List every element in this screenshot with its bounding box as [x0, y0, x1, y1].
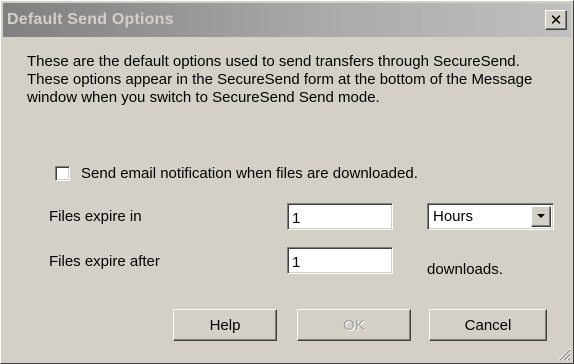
notify-label: Send email notification when files are d… [81, 165, 418, 182]
ok-button: OK [297, 309, 411, 341]
expire-after-input[interactable] [287, 247, 393, 274]
help-button[interactable]: Help [173, 309, 277, 341]
window-title: Default Send Options [7, 11, 174, 28]
dialog-window: Default Send Options ✕ These are the def… [0, 0, 574, 364]
description-text: These are the default options used to se… [27, 53, 533, 106]
downloads-suffix: downloads. [427, 261, 503, 278]
expire-in-label: Files expire in [49, 208, 142, 225]
resize-grip-icon[interactable] [557, 347, 571, 361]
close-icon: ✕ [549, 11, 563, 29]
chevron-down-icon[interactable] [531, 206, 551, 227]
expire-unit-value: Hours [433, 208, 474, 225]
close-button[interactable]: ✕ [545, 10, 567, 30]
notify-option[interactable]: Send email notification when files are d… [55, 165, 418, 182]
notify-checkbox[interactable] [55, 166, 70, 181]
title-bar[interactable]: Default Send Options ✕ [3, 3, 571, 37]
cancel-button[interactable]: Cancel [429, 309, 547, 341]
expire-in-input[interactable] [287, 203, 393, 230]
expire-unit-select[interactable]: Hours [427, 203, 554, 230]
expire-after-label: Files expire after [49, 253, 160, 270]
